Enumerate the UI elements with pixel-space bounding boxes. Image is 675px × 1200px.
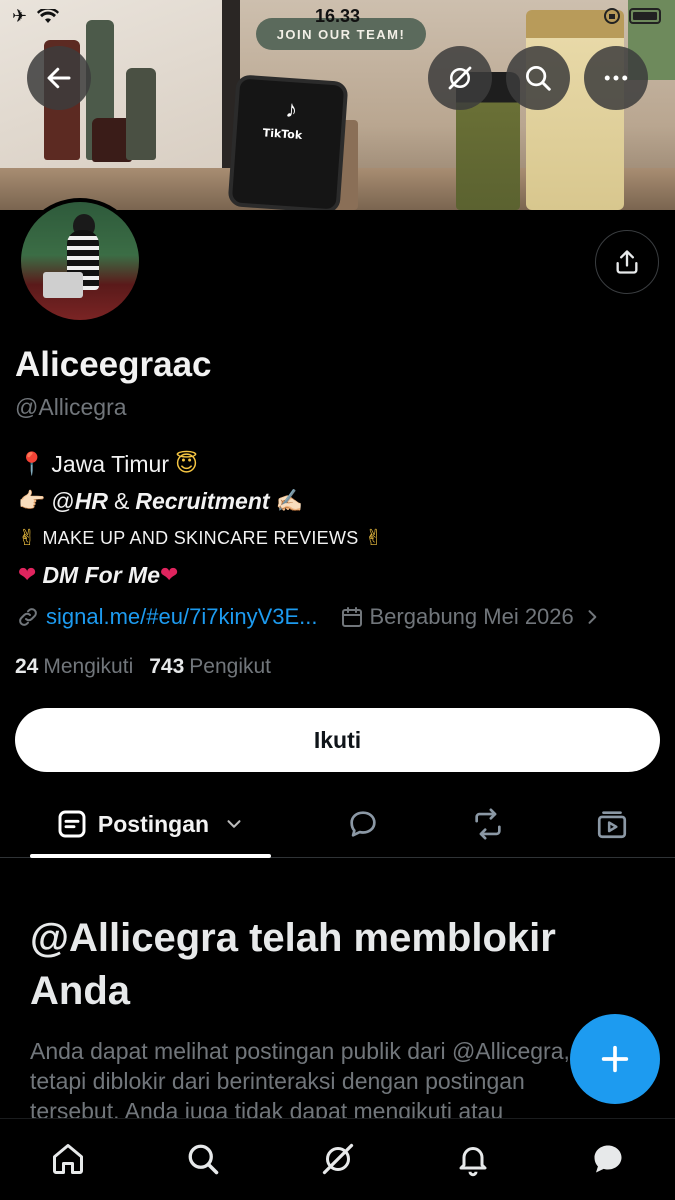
nav-grok[interactable] — [318, 1139, 358, 1179]
display-name: Aliceegraac — [15, 345, 212, 384]
back-arrow-icon — [47, 67, 71, 89]
nav-home[interactable] — [48, 1139, 88, 1179]
blocked-title: @Allicegra telah memblokir Anda — [30, 916, 556, 1013]
bottom-navigation — [0, 1118, 675, 1200]
bio-line-job: 👉🏻 @ HR & Recruitment ✍🏻 — [18, 483, 383, 520]
chevron-right-icon[interactable] — [582, 607, 602, 627]
grok-button[interactable] — [428, 46, 492, 110]
following-count: 24 — [15, 655, 39, 678]
banner-essence-bottle — [526, 10, 624, 210]
profile-tabs: Postingan — [0, 790, 675, 858]
heart-icon: ❤ — [18, 563, 37, 588]
share-button[interactable] — [595, 230, 659, 294]
tab-posts[interactable]: Postingan — [30, 790, 271, 858]
reply-bubble-icon — [350, 811, 376, 837]
tab-media[interactable] — [592, 804, 632, 844]
bell-icon — [459, 1147, 487, 1177]
more-button[interactable] — [584, 46, 648, 110]
avatar[interactable] — [17, 198, 143, 324]
link-icon — [19, 608, 37, 626]
calendar-icon — [341, 607, 362, 627]
halo-smile-icon: 😇 — [175, 452, 198, 477]
banner-phone: ♪ TikTok — [227, 74, 349, 210]
battery-icon — [629, 8, 661, 24]
victory-hand-icon: ✌ — [18, 526, 37, 551]
posts-icon — [58, 810, 86, 838]
victory-hand-icon: ✌ — [364, 526, 384, 551]
profile-bio: 📍 Jawa Timur 😇 👉🏻 @ HR & Recruitment ✍🏻 ✌… — [18, 446, 383, 594]
bio-dm-text: DM For Me — [42, 562, 160, 588]
back-button[interactable] — [27, 46, 91, 110]
followers-stat[interactable]: 743 Pengikut — [149, 655, 271, 679]
banner-bottle — [126, 68, 156, 160]
tab-active-indicator — [30, 854, 271, 858]
chevron-down-icon — [227, 820, 241, 828]
search-icon — [526, 66, 551, 91]
repost-icon — [475, 808, 501, 840]
profile-meta: signal.me/#eu/7i7kinyV3E... Bergabung Me… — [16, 604, 602, 630]
search-icon — [188, 1144, 219, 1175]
share-icon — [616, 250, 638, 274]
writing-hand-icon: ✍🏻 — [275, 489, 303, 514]
following-stat[interactable]: 24 Mengikuti — [15, 655, 133, 679]
grok-icon — [448, 66, 472, 90]
pin-icon: 📍 — [18, 452, 46, 477]
followers-label: Pengikut — [189, 655, 272, 678]
orientation-lock-icon — [604, 8, 620, 24]
blocked-body: Anda dapat melihat postingan publik dari… — [30, 1038, 570, 1120]
bio-at-sign: @ — [51, 488, 75, 514]
bio-line-location: 📍 Jawa Timur 😇 — [18, 446, 383, 483]
followers-count: 743 — [149, 655, 185, 678]
tab-replies[interactable] — [343, 804, 383, 844]
bio-reviews-text: MAKE UP AND SKINCARE REVIEWS — [42, 528, 359, 548]
tiktok-logo-icon: ♪ — [284, 95, 299, 124]
following-label: Mengikuti — [43, 655, 134, 678]
status-bar: ✈ ︎ 16.33 — [0, 0, 675, 34]
nav-search[interactable] — [183, 1139, 223, 1179]
follow-stats: 24 Mengikuti 743 Pengikut — [15, 655, 271, 679]
bio-line-reviews: ✌ MAKE UP AND SKINCARE REVIEWS ✌ — [18, 520, 383, 557]
status-time: 16.33 — [314, 6, 361, 26]
pointing-hand-icon: 👉🏻 — [18, 489, 46, 514]
profile-link[interactable]: signal.me/#eu/7i7kinyV3E... — [46, 604, 318, 630]
bio-line-dm: ❤ DM For Me ❤ — [18, 557, 383, 594]
plus-icon — [601, 1045, 629, 1073]
tab-reposts[interactable] — [468, 804, 508, 844]
compose-button[interactable] — [570, 1014, 660, 1104]
more-icon — [604, 75, 628, 81]
bio-recruitment-text: Recruitment — [135, 488, 270, 514]
nav-messages[interactable] — [588, 1139, 628, 1179]
grok-icon — [322, 1143, 354, 1175]
heart-icon: ❤ — [160, 563, 179, 588]
joined-date: Bergabung Mei 2026 — [369, 604, 574, 629]
bio-location-text: Jawa Timur — [51, 451, 169, 477]
media-icon — [597, 811, 627, 839]
bio-amp: & — [114, 488, 130, 514]
chat-bubble-icon — [594, 1145, 622, 1173]
bio-hr-text: HR — [74, 488, 108, 514]
follow-button[interactable]: Ikuti — [15, 708, 660, 772]
banner-phone-brand: TikTok — [262, 126, 303, 142]
nav-notifications[interactable] — [453, 1139, 493, 1179]
home-icon — [53, 1144, 83, 1174]
tab-posts-label: Postingan — [97, 810, 210, 837]
user-handle: @Allicegra — [15, 394, 127, 420]
search-button[interactable] — [506, 46, 570, 110]
